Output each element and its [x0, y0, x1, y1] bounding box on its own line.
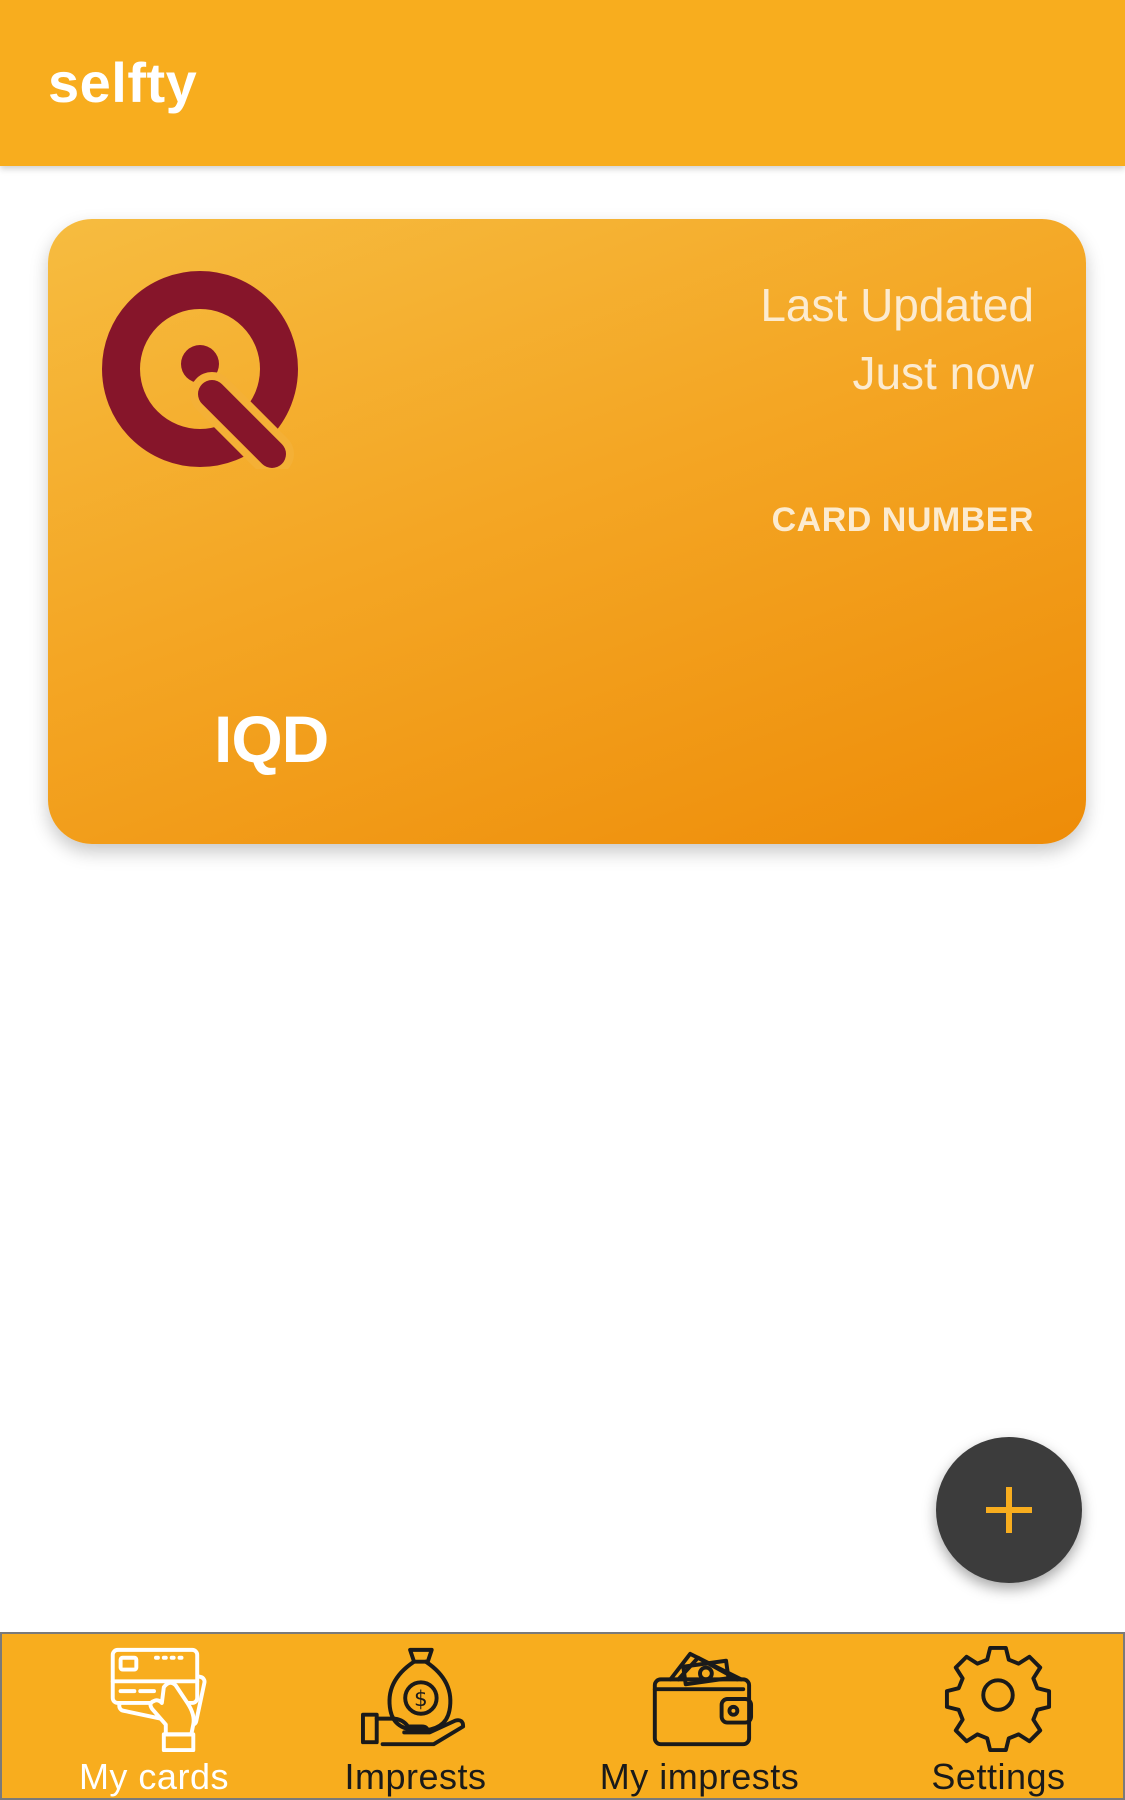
last-updated: Last Updated Just now [760, 271, 1034, 407]
wallet-icon [652, 1651, 753, 1747]
svg-text:$: $ [414, 1687, 428, 1712]
app-bar: selfty [0, 0, 1125, 166]
nav-item-imprests[interactable]: $ Imprests [306, 1634, 525, 1798]
card-number-label: CARD NUMBER [771, 501, 1034, 539]
app-title: selfty [48, 51, 198, 114]
nav-label-my-cards: My cards [78, 1756, 229, 1797]
iq-logo-icon [102, 271, 298, 469]
nav-item-my-imprests[interactable]: My imprests [525, 1634, 874, 1798]
nav-label-settings: Settings [931, 1756, 1066, 1797]
nav-label-imprests: Imprests [344, 1756, 487, 1797]
last-updated-value: Just now [852, 347, 1034, 399]
plus-icon [986, 1487, 1032, 1533]
bottom-nav: My cards $ Imprests My imprests Settings [0, 1632, 1125, 1800]
money-bag-hand-icon: $ [360, 1647, 465, 1747]
card-currency: IQD [214, 702, 329, 776]
nav-item-settings[interactable]: Settings [874, 1634, 1123, 1798]
add-card-button[interactable] [936, 1437, 1082, 1583]
gear-icon [945, 1645, 1052, 1753]
nav-item-my-cards[interactable]: My cards [2, 1634, 306, 1798]
card-hand-icon [110, 1647, 207, 1753]
last-updated-label: Last Updated [760, 279, 1034, 331]
nav-label-my-imprests: My imprests [599, 1756, 800, 1797]
card-iqd[interactable]: Last Updated Just now CARD NUMBER IQD [48, 219, 1086, 844]
